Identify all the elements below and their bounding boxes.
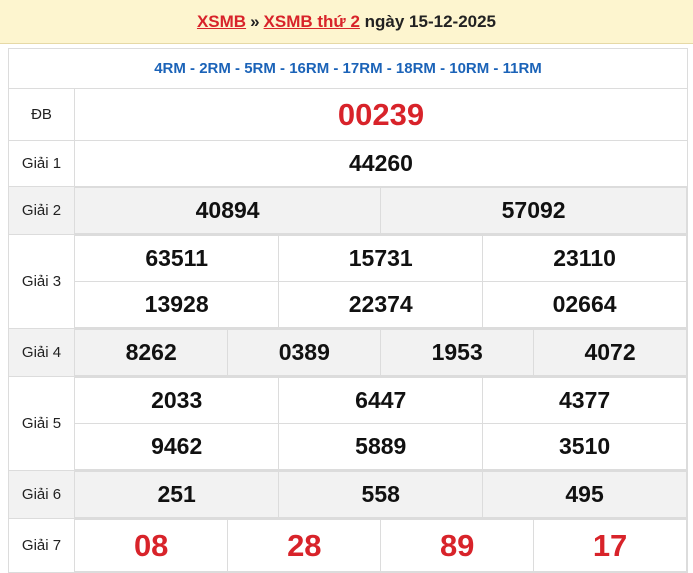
prize-label-g1: Giải 1 [8,140,75,187]
prize-number: 2033 [75,377,280,424]
prize-number: 23110 [482,235,687,282]
prize-number: 495 [482,471,687,518]
prize-number: 02664 [482,281,687,328]
prize-label-g5: Giải 5 [8,376,75,471]
prize-number: 9462 [75,423,280,470]
prize-number: 40894 [75,187,382,234]
result-title-bar: XSMB» XSMB thứ 2 ngày 15-12-2025 [0,0,693,44]
prize-number: 8262 [75,329,229,376]
prize-row-g5: Giải 5 2033 6447 4377 9462 5889 3510 [8,376,688,471]
prize-number: 251 [75,471,280,518]
results-table: 4RM - 2RM - 5RM - 16RM - 17RM - 18RM - 1… [8,48,688,573]
seventh-prize-number: 28 [227,519,382,572]
prize-row-g1: Giải 1 44260 [8,140,688,187]
prize-number: 3510 [482,423,687,470]
ticket-codes: 4RM - 2RM - 5RM - 16RM - 17RM - 18RM - 1… [8,48,688,89]
prize-label-g3: Giải 3 [8,234,75,329]
prize-number: 4072 [533,329,687,376]
lottery-result-widget: XSMB» XSMB thứ 2 ngày 15-12-2025 4RM - 2R… [0,0,693,573]
prize-number: 22374 [278,281,484,328]
seventh-prize-number: 89 [380,519,535,572]
prize-number: 0389 [227,329,382,376]
prize-number: 63511 [75,235,280,282]
xsmb-link[interactable]: XSMB [197,12,246,31]
seventh-prize-number: 17 [533,519,687,572]
prize-number: 15731 [278,235,484,282]
prize-row-g2: Giải 2 40894 57092 [8,186,688,235]
codes-row: 4RM - 2RM - 5RM - 16RM - 17RM - 18RM - 1… [8,48,688,89]
prize-label-g6: Giải 6 [8,470,75,519]
prize-label-g2: Giải 2 [8,186,75,235]
prize-row-db: ĐB 00239 [8,88,688,141]
prize-number: 558 [278,471,484,518]
prize-label-g4: Giải 4 [8,328,75,377]
first-prize-number: 44260 [74,140,688,187]
prize-number: 6447 [278,377,484,424]
prize-row-g7: Giải 7 08 28 89 17 [8,518,688,573]
prize-number: 4377 [482,377,687,424]
draw-date: ngày 15-12-2025 [364,12,497,31]
prize-number: 5889 [278,423,484,470]
prize-label-db: ĐB [8,88,75,141]
seventh-prize-number: 08 [75,519,229,572]
prize-row-g6: Giải 6 251 558 495 [8,470,688,519]
prize-number: 1953 [380,329,535,376]
prize-number: 57092 [380,187,687,234]
prize-row-g3: Giải 3 63511 15731 23110 13928 22374 026… [8,234,688,329]
breadcrumb-separator: » [250,12,260,31]
prize-number: 13928 [75,281,280,328]
special-prize-number: 00239 [74,88,688,141]
xsmb-monday-link[interactable]: XSMB thứ 2 [264,12,360,31]
prize-label-g7: Giải 7 [8,518,75,573]
prize-row-g4: Giải 4 8262 0389 1953 4072 [8,328,688,377]
